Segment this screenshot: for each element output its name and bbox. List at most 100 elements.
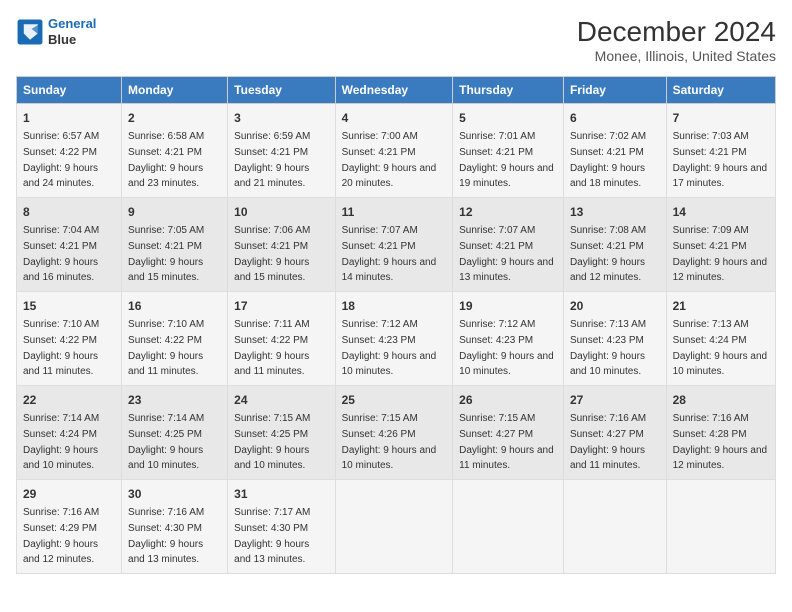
day-number: 25 <box>342 391 447 409</box>
day-number: 21 <box>673 297 769 315</box>
logo-line2: Blue <box>48 32 76 47</box>
day-number: 19 <box>459 297 557 315</box>
calendar-cell: 31 Sunrise: 7:17 AMSunset: 4:30 PMDayligh… <box>228 480 335 574</box>
calendar-cell: 19 Sunrise: 7:12 AMSunset: 4:23 PMDayligh… <box>453 292 564 386</box>
day-info: Sunrise: 7:16 AMSunset: 4:29 PMDaylight:… <box>23 507 99 565</box>
day-info: Sunrise: 7:15 AMSunset: 4:25 PMDaylight:… <box>234 413 310 471</box>
day-number: 18 <box>342 297 447 315</box>
calendar-cell: 11Sunrise: 7:07 AMSunset: 4:21 PMDayligh… <box>335 198 453 292</box>
calendar-cell: 4 Sunrise: 7:00 AMSunset: 4:21 PMDaylight… <box>335 104 453 198</box>
calendar-cell <box>563 480 666 574</box>
day-info: Sunrise: 7:00 AMSunset: 4:21 PMDaylight:… <box>342 131 437 189</box>
calendar-cell <box>666 480 775 574</box>
day-info: Sunrise: 7:01 AMSunset: 4:21 PMDaylight:… <box>459 131 554 189</box>
day-number: 13 <box>570 203 660 221</box>
day-number: 15 <box>23 297 115 315</box>
calendar-cell: 3Sunrise: 6:59 AMSunset: 4:21 PMDaylight… <box>228 104 335 198</box>
calendar-cell: 6Sunrise: 7:02 AMSunset: 4:21 PMDaylight… <box>563 104 666 198</box>
day-number: 28 <box>673 391 769 409</box>
day-info: Sunrise: 7:11 AMSunset: 4:22 PMDaylight:… <box>234 319 309 377</box>
calendar-row: 8Sunrise: 7:04 AMSunset: 4:21 PMDaylight… <box>17 198 776 292</box>
column-header-monday: Monday <box>122 77 228 104</box>
column-header-thursday: Thursday <box>453 77 564 104</box>
calendar-row: 29 Sunrise: 7:16 AMSunset: 4:29 PMDayligh… <box>17 480 776 574</box>
day-info: Sunrise: 7:15 AMSunset: 4:26 PMDaylight:… <box>342 413 437 471</box>
calendar-cell: 10 Sunrise: 7:06 AMSunset: 4:21 PMDayligh… <box>228 198 335 292</box>
calendar-cell: 29 Sunrise: 7:16 AMSunset: 4:29 PMDayligh… <box>17 480 122 574</box>
day-info: Sunrise: 7:05 AMSunset: 4:21 PMDaylight:… <box>128 225 204 283</box>
column-headers: SundayMondayTuesdayWednesdayThursdayFrid… <box>17 77 776 104</box>
day-number: 20 <box>570 297 660 315</box>
logo-line1: General <box>48 16 96 31</box>
calendar-cell: 1Sunrise: 6:57 AMSunset: 4:22 PMDaylight… <box>17 104 122 198</box>
calendar-cell: 25 Sunrise: 7:15 AMSunset: 4:26 PMDayligh… <box>335 386 453 480</box>
day-info: Sunrise: 7:12 AMSunset: 4:23 PMDaylight:… <box>459 319 554 377</box>
day-info: Sunrise: 7:13 AMSunset: 4:24 PMDaylight:… <box>673 319 768 377</box>
day-number: 30 <box>128 485 221 503</box>
day-info: Sunrise: 7:13 AMSunset: 4:23 PMDaylight:… <box>570 319 646 377</box>
calendar-cell: 26 Sunrise: 7:15 AMSunset: 4:27 PMDayligh… <box>453 386 564 480</box>
day-number: 17 <box>234 297 328 315</box>
calendar-cell: 9 Sunrise: 7:05 AMSunset: 4:21 PMDaylight… <box>122 198 228 292</box>
day-number: 1 <box>23 109 115 127</box>
calendar-cell: 21 Sunrise: 7:13 AMSunset: 4:24 PMDayligh… <box>666 292 775 386</box>
calendar-cell: 22 Sunrise: 7:14 AMSunset: 4:24 PMDayligh… <box>17 386 122 480</box>
calendar-cell: 5 Sunrise: 7:01 AMSunset: 4:21 PMDaylight… <box>453 104 564 198</box>
day-info: Sunrise: 7:09 AMSunset: 4:21 PMDaylight:… <box>673 225 768 283</box>
day-info: Sunrise: 7:04 AMSunset: 4:21 PMDaylight:… <box>23 225 99 283</box>
calendar-cell: 13Sunrise: 7:08 AMSunset: 4:21 PMDayligh… <box>563 198 666 292</box>
calendar-cell: 16Sunrise: 7:10 AMSunset: 4:22 PMDayligh… <box>122 292 228 386</box>
day-info: Sunrise: 7:06 AMSunset: 4:21 PMDaylight:… <box>234 225 310 283</box>
column-header-wednesday: Wednesday <box>335 77 453 104</box>
day-info: Sunrise: 7:14 AMSunset: 4:24 PMDaylight:… <box>23 413 99 471</box>
page-title: December 2024 <box>577 16 776 48</box>
calendar-row: 22 Sunrise: 7:14 AMSunset: 4:24 PMDayligh… <box>17 386 776 480</box>
day-number: 29 <box>23 485 115 503</box>
calendar-row: 15 Sunrise: 7:10 AMSunset: 4:22 PMDayligh… <box>17 292 776 386</box>
calendar-cell: 18 Sunrise: 7:12 AMSunset: 4:23 PMDayligh… <box>335 292 453 386</box>
calendar-cell: 15Sunrise: 7:10 AMSunset: 4:22 PMDayligh… <box>17 292 122 386</box>
day-number: 22 <box>23 391 115 409</box>
calendar-cell: 23 Sunrise: 7:14 AMSunset: 4:25 PMDayligh… <box>122 386 228 480</box>
day-info: Sunrise: 7:16 AMSunset: 4:28 PMDaylight:… <box>673 413 768 471</box>
day-number: 26 <box>459 391 557 409</box>
day-number: 5 <box>459 109 557 127</box>
calendar-cell: 12Sunrise: 7:07 AMSunset: 4:21 PMDayligh… <box>453 198 564 292</box>
day-number: 31 <box>234 485 328 503</box>
day-number: 23 <box>128 391 221 409</box>
day-info: Sunrise: 7:03 AMSunset: 4:21 PMDaylight:… <box>673 131 768 189</box>
title-block: December 2024 Monee, Illinois, United St… <box>577 16 776 64</box>
calendar-cell <box>335 480 453 574</box>
calendar-cell: 8Sunrise: 7:04 AMSunset: 4:21 PMDaylight… <box>17 198 122 292</box>
calendar-cell: 24 Sunrise: 7:15 AMSunset: 4:25 PMDayligh… <box>228 386 335 480</box>
calendar-cell <box>453 480 564 574</box>
calendar-cell: 27 Sunrise: 7:16 AMSunset: 4:27 PMDayligh… <box>563 386 666 480</box>
day-info: Sunrise: 7:16 AMSunset: 4:27 PMDaylight:… <box>570 413 646 471</box>
calendar-cell: 14 Sunrise: 7:09 AMSunset: 4:21 PMDayligh… <box>666 198 775 292</box>
column-header-saturday: Saturday <box>666 77 775 104</box>
calendar-table: SundayMondayTuesdayWednesdayThursdayFrid… <box>16 76 776 574</box>
day-info: Sunrise: 7:17 AMSunset: 4:30 PMDaylight:… <box>234 507 310 565</box>
day-number: 7 <box>673 109 769 127</box>
calendar-cell: 2Sunrise: 6:58 AMSunset: 4:21 PMDaylight… <box>122 104 228 198</box>
day-number: 14 <box>673 203 769 221</box>
day-number: 27 <box>570 391 660 409</box>
column-header-sunday: Sunday <box>17 77 122 104</box>
day-number: 10 <box>234 203 328 221</box>
logo: General Blue <box>16 16 96 47</box>
day-number: 24 <box>234 391 328 409</box>
day-info: Sunrise: 7:14 AMSunset: 4:25 PMDaylight:… <box>128 413 204 471</box>
calendar-cell: 17 Sunrise: 7:11 AMSunset: 4:22 PMDayligh… <box>228 292 335 386</box>
day-info: Sunrise: 6:59 AMSunset: 4:21 PMDaylight:… <box>234 131 310 189</box>
day-info: Sunrise: 7:10 AMSunset: 4:22 PMDaylight:… <box>128 319 204 377</box>
calendar-row: 1Sunrise: 6:57 AMSunset: 4:22 PMDaylight… <box>17 104 776 198</box>
column-header-friday: Friday <box>563 77 666 104</box>
day-number: 9 <box>128 203 221 221</box>
day-info: Sunrise: 7:15 AMSunset: 4:27 PMDaylight:… <box>459 413 554 471</box>
day-number: 6 <box>570 109 660 127</box>
day-info: Sunrise: 7:12 AMSunset: 4:23 PMDaylight:… <box>342 319 437 377</box>
day-info: Sunrise: 7:07 AMSunset: 4:21 PMDaylight:… <box>342 225 437 283</box>
calendar-cell: 20 Sunrise: 7:13 AMSunset: 4:23 PMDayligh… <box>563 292 666 386</box>
calendar-cell: 7 Sunrise: 7:03 AMSunset: 4:21 PMDaylight… <box>666 104 775 198</box>
day-number: 4 <box>342 109 447 127</box>
